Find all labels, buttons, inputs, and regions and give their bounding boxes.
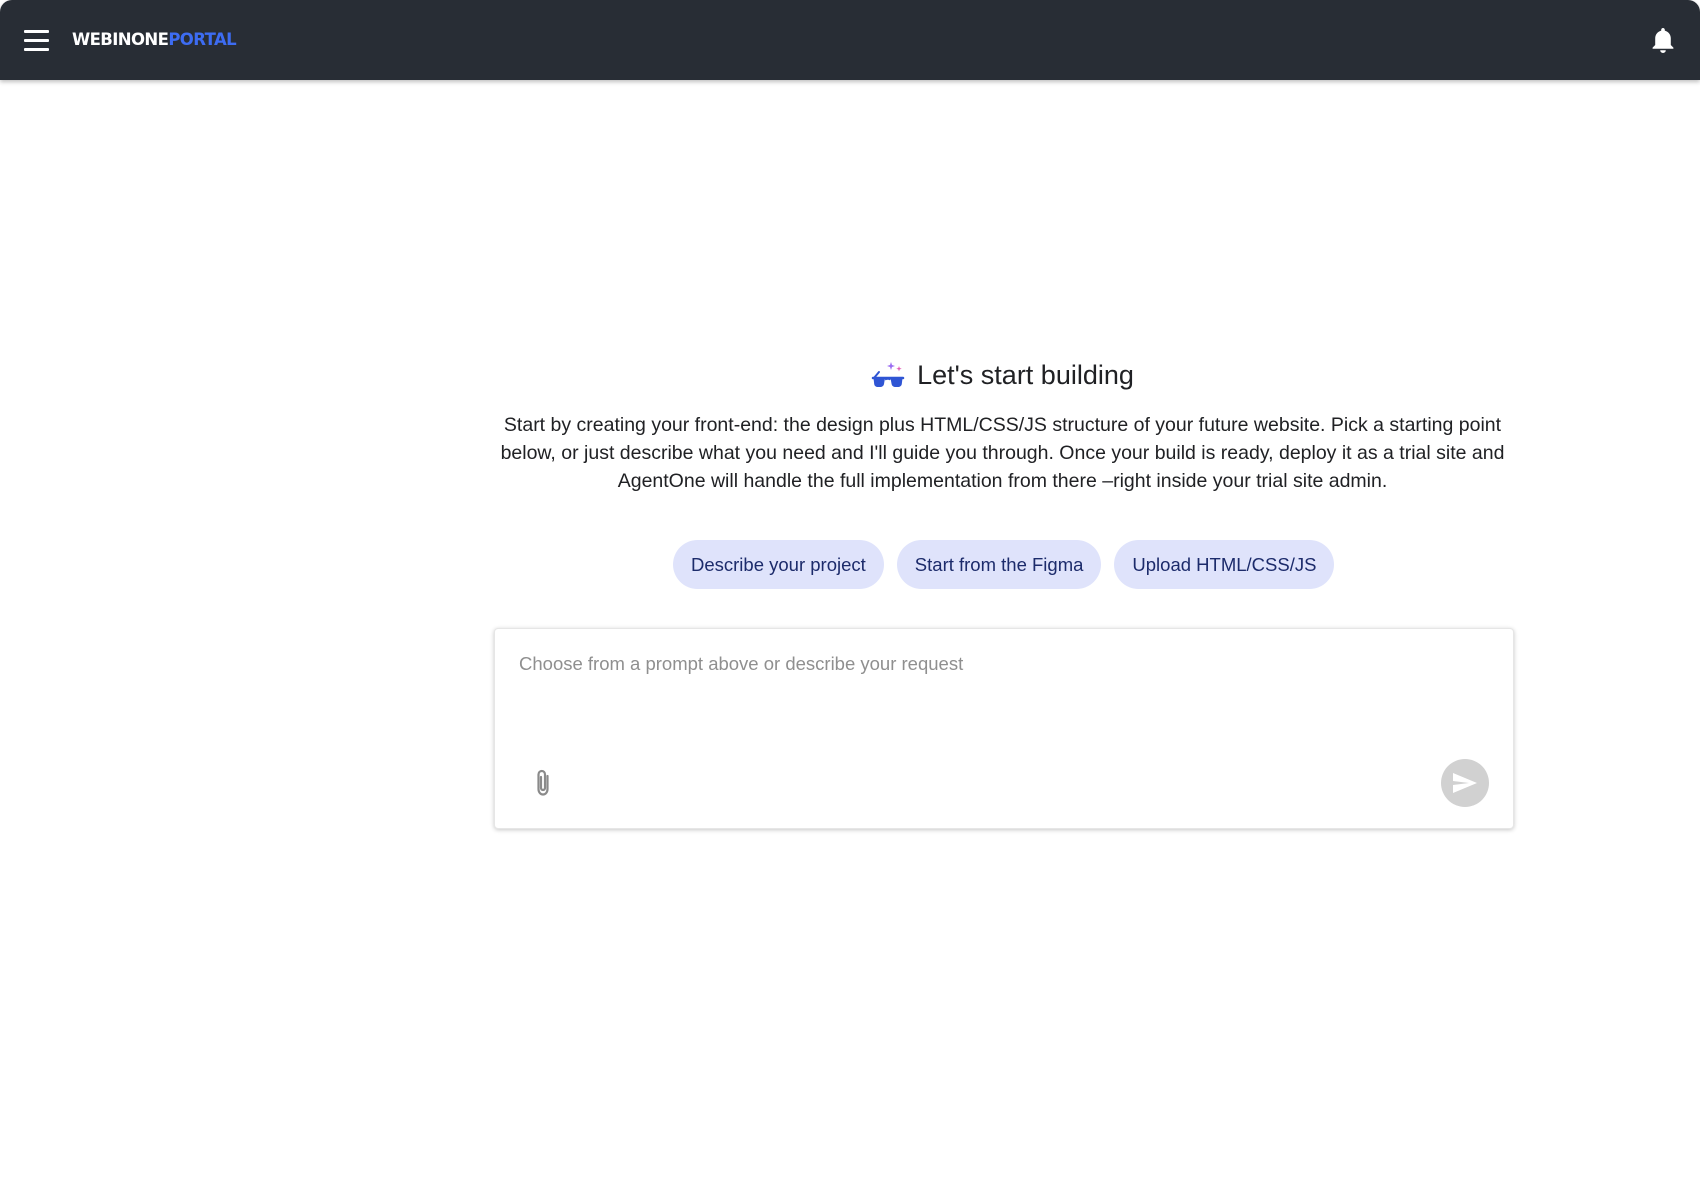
send-button[interactable] xyxy=(1441,759,1489,807)
brand-logo-accent: PORTAL xyxy=(168,30,237,49)
top-navigation-bar: WEBINONEPORTAL xyxy=(0,0,1700,80)
brand-logo-primary: WEBINONE xyxy=(72,30,169,49)
send-icon xyxy=(1453,773,1477,793)
menu-bar-line xyxy=(23,29,49,33)
upload-html-css-js-chip[interactable]: Upload HTML/CSS/JS xyxy=(1114,540,1335,589)
prompt-suggestion-chips: Describe your project Start from the Fig… xyxy=(673,540,1335,589)
brand-logo[interactable]: WEBINONEPORTAL xyxy=(72,29,237,51)
page-title: Let's start building xyxy=(917,360,1134,390)
menu-bar-line xyxy=(23,47,49,51)
sparkle-glasses-icon xyxy=(871,360,905,390)
start-from-figma-chip[interactable]: Start from the Figma xyxy=(896,540,1102,589)
bell-icon[interactable] xyxy=(1650,26,1676,54)
intro-description: Start by creating your front-end: the de… xyxy=(500,414,1505,492)
menu-bar-line xyxy=(23,38,49,42)
welcome-section: Let's start building Start by creating y… xyxy=(490,355,1515,515)
prompt-input[interactable] xyxy=(519,653,1479,733)
welcome-heading: Let's start building xyxy=(490,355,1515,395)
prompt-composer xyxy=(494,628,1514,829)
describe-project-chip[interactable]: Describe your project xyxy=(673,540,884,589)
hamburger-menu-icon[interactable] xyxy=(18,24,54,56)
paperclip-icon[interactable] xyxy=(531,768,557,798)
